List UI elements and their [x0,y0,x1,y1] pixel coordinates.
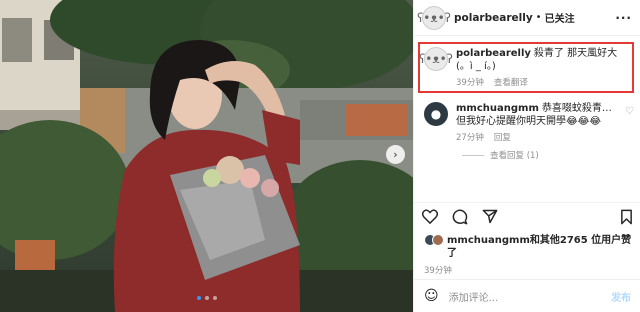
caption-meta: 39分钟 查看翻译 [456,76,628,88]
carousel-dots [197,296,217,300]
heart-icon[interactable]: ♡ [625,106,634,117]
chevron-right-icon: › [393,148,398,161]
caption-username[interactable]: polarbearelly [456,48,531,59]
next-photo-button[interactable]: › [386,145,405,164]
action-bar [414,202,640,230]
view-replies[interactable]: 查看回复 (1) [462,149,634,161]
post-header: ʕ•ᴥ•ʔ polarbearelly • 已关注 ··· [414,0,640,36]
avatar[interactable]: ʕ•ᴥ•ʔ [419,47,453,71]
carousel-dot [197,296,201,300]
avatar[interactable]: ● [424,102,448,126]
header-separator: • [535,12,542,23]
post-sidebar: ʕ•ᴥ•ʔ polarbearelly • 已关注 ··· ʕ•ᴥ•ʔ pola… [413,0,640,312]
header-username[interactable]: polarbearelly [454,12,533,24]
post-time: 39分钟 [424,266,452,276]
translate-link[interactable]: 查看翻译 [494,76,528,88]
comment-meta: 27分钟 回复 [456,131,617,143]
caption-comment: ʕ•ᴥ•ʔ polarbearelly 殺青了 那天風好大(。ì _ í。) 39… [418,42,634,93]
emoji-icon[interactable]: ☺ [424,288,439,304]
heart-icon[interactable] [422,209,438,224]
likes-summary[interactable]: mmchuangmm和其他2765 位用户赞了 [424,234,634,260]
follow-status-button[interactable]: 已关注 [545,10,575,25]
post-photo[interactable]: › [0,0,413,312]
comment-input[interactable]: 添加评论... [449,289,499,304]
liker-avatars [424,234,444,260]
avatar[interactable]: ʕ•ᴥ•ʔ [417,5,451,30]
carousel-dot [205,296,209,300]
comment-time: 27分钟 [456,133,484,143]
carousel-dot [213,296,217,300]
share-icon[interactable] [482,209,498,224]
comment-item: ● mmchuangmm 恭喜啜蚊殺青… 但我好心提醒你明天開學😂😂😂 27分钟 … [424,102,634,143]
likes-text: mmchuangmm和其他2765 位用户赞了 [447,235,632,259]
replies-divider [462,154,484,156]
comment-icon[interactable] [452,209,468,225]
view-replies-label: 查看回复 (1) [490,151,539,161]
comment-text-block: mmchuangmm 恭喜啜蚊殺青… 但我好心提醒你明天開學😂😂😂 [456,102,617,128]
add-comment-bar: ☺ 添加评论... 发布 [414,279,640,312]
comment-username[interactable]: mmchuangmm [456,103,539,114]
photo-scene [0,0,413,312]
user-avatar-icon: ● [430,107,442,121]
caption-text-block: polarbearelly 殺青了 那天風好大(。ì _ í。) [456,47,628,73]
bookmark-icon[interactable] [620,209,633,225]
bear-avatar-icon: ʕ•ᴥ•ʔ [419,52,453,66]
avatar [432,234,444,246]
more-options-icon[interactable]: ··· [615,11,632,25]
comments-list: ʕ•ᴥ•ʔ polarbearelly 殺青了 那天風好大(。ì _ í。) 39… [414,36,640,161]
bear-avatar-icon: ʕ•ᴥ•ʔ [417,10,451,25]
instagram-post: › ʕ•ᴥ•ʔ polarbearelly • 已关注 ··· ʕ•ᴥ•ʔ po… [0,0,640,312]
caption-time: 39分钟 [456,78,484,88]
reply-link[interactable]: 回复 [494,131,511,143]
post-comment-button[interactable]: 发布 [611,289,631,304]
